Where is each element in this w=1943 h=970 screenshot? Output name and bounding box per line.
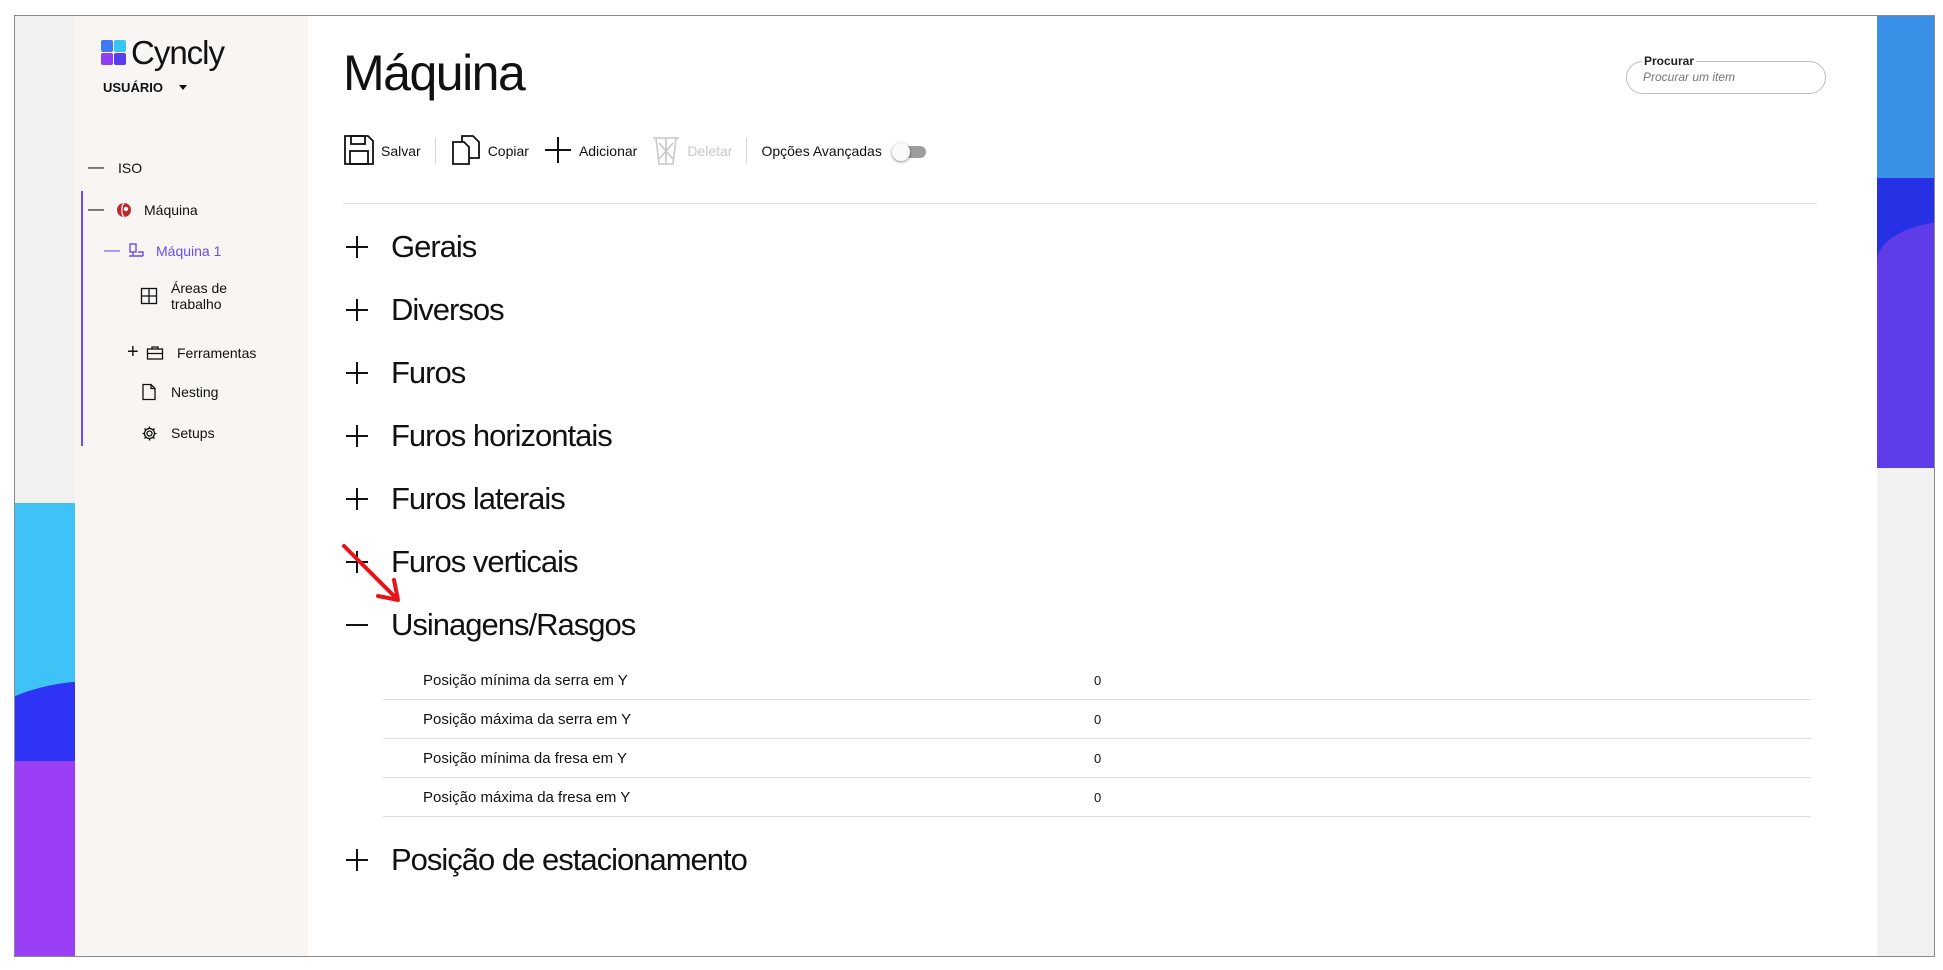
property-table: Posição mínima da serra em Y 0 Posição m… [383,661,1811,817]
document-icon [139,382,159,402]
search-label: Procurar [1642,54,1697,68]
expand-plus-icon[interactable] [343,295,373,325]
expand-plus-icon[interactable] [343,547,373,577]
gear-icon [139,423,159,443]
section-usinagens-rasgos[interactable]: Usinagens/Rasgos [343,607,636,643]
section-furos-verticais[interactable]: Furos verticais [343,544,579,580]
toolbar-divider [343,203,1817,204]
expand-plus-icon[interactable] [343,358,373,388]
background-decoration-right [1877,16,1934,956]
advanced-options-label: Opções Avançadas [761,143,882,159]
copy-icon [450,134,482,169]
sidebar-item-label: Nesting [171,384,219,400]
briefcase-icon [145,343,165,363]
expand-plus-icon[interactable] [343,421,373,451]
advanced-options-toggle[interactable] [891,143,926,161]
toolbar-separator [434,138,436,164]
property-name: Posição máxima da fresa em Y [423,788,631,806]
search-box[interactable]: Procurar [1626,54,1826,94]
property-row[interactable]: Posição máxima da serra em Y 0 [383,700,1811,739]
sidebar-item-label: Máquina 1 [156,243,222,259]
section-gerais[interactable]: Gerais [343,229,477,265]
sidebar-item-label: Máquina [144,202,198,218]
sidebar-item-maquina[interactable]: — Máquina [88,200,198,220]
save-button[interactable]: Salvar [343,134,421,169]
add-button[interactable]: Adicionar [543,135,637,168]
delete-button[interactable]: Deletar [651,134,732,169]
section-title: Gerais [391,229,477,264]
section-title: Furos [391,355,466,390]
sidebar-item-label: ISO [118,160,143,176]
sidebar-item-setups[interactable]: Setups [139,423,215,443]
collapse-icon[interactable]: — [104,242,120,260]
property-value[interactable]: 0 [1094,751,1101,766]
caret-down-icon [178,85,187,90]
expand-plus-icon[interactable] [343,232,373,262]
section-furos-horizontais[interactable]: Furos horizontais [343,418,613,454]
collapse-icon[interactable]: — [88,159,104,177]
user-label: USUÁRIO [103,80,163,95]
logo-text: Cyncly [131,34,225,71]
property-name: Posição máxima da serra em Y [423,710,632,728]
sidebar: Cyncly USUÁRIO — ISO — Máquina — Máquina… [75,16,308,956]
tree-active-indicator [81,191,83,446]
property-name: Posição mínima da serra em Y [423,671,628,689]
property-value[interactable]: 0 [1094,673,1101,688]
add-label: Adicionar [578,143,638,159]
property-name: Posição mínima da fresa em Y [423,749,627,767]
property-row[interactable]: Posição mínima da fresa em Y 0 [383,739,1811,778]
machine-globe-icon [114,200,134,220]
background-decoration-left [15,16,75,956]
section-title: Furos verticais [391,544,579,579]
expand-plus-icon[interactable] [343,484,373,514]
cyncly-logo-icon [101,40,127,66]
sidebar-item-nesting[interactable]: Nesting [139,382,218,402]
sidebar-item-maquina-1[interactable]: — Máquina 1 [104,241,221,261]
section-posicao-estacionamento[interactable]: Posição de estacionamento [343,842,748,878]
plus-icon [543,135,573,168]
page-title: Máquina [343,45,526,101]
property-row[interactable]: Posição máxima da fresa em Y 0 [383,778,1811,817]
trash-basket-icon [651,134,681,169]
toolbar: Salvar Copiar Adicionar Deletar Opções A… [343,132,926,170]
advanced-options: Opções Avançadas [761,143,881,159]
section-diversos[interactable]: Diversos [343,292,505,328]
cyncly-logo: Cyncly [101,34,225,72]
collapse-minus-icon[interactable] [343,610,373,640]
search-input[interactable] [1643,70,1813,84]
expand-icon[interactable]: + [127,341,143,364]
sidebar-item-label: Áreas de trabalho [171,280,228,312]
collapse-icon[interactable]: — [88,201,104,219]
copy-button[interactable]: Copiar [450,134,529,169]
machine-tool-icon [126,241,146,261]
section-title: Diversos [391,292,505,327]
sidebar-item-label: Ferramentas [177,344,257,361]
grid-icon [139,286,159,306]
main-content: Máquina Procurar Salvar Copiar [308,16,1877,956]
section-title: Furos horizontais [391,418,613,453]
toggle-thumb [891,143,910,161]
save-label: Salvar [381,143,421,159]
section-title: Furos laterais [391,481,566,516]
copy-label: Copiar [487,143,529,159]
sidebar-item-areas[interactable]: Áreas de trabalho [139,280,251,312]
user-menu[interactable]: USUÁRIO [103,80,187,95]
section-title: Usinagens/Rasgos [391,607,636,642]
section-furos-laterais[interactable]: Furos laterais [343,481,566,517]
sidebar-item-label: Setups [171,425,215,441]
section-title: Posição de estacionamento [391,842,748,877]
property-value[interactable]: 0 [1094,790,1101,805]
expand-plus-icon[interactable] [343,845,373,875]
property-value[interactable]: 0 [1094,712,1101,727]
sidebar-item-ferramentas[interactable]: + Ferramentas [127,341,256,364]
sidebar-item-iso[interactable]: — ISO [88,159,142,177]
app-window: Cyncly USUÁRIO — ISO — Máquina — Máquina… [14,15,1935,957]
delete-label: Deletar [687,143,733,159]
property-row[interactable]: Posição mínima da serra em Y 0 [383,661,1811,700]
toolbar-separator [746,138,748,164]
floppy-disk-icon [343,134,375,169]
section-furos[interactable]: Furos [343,355,466,391]
